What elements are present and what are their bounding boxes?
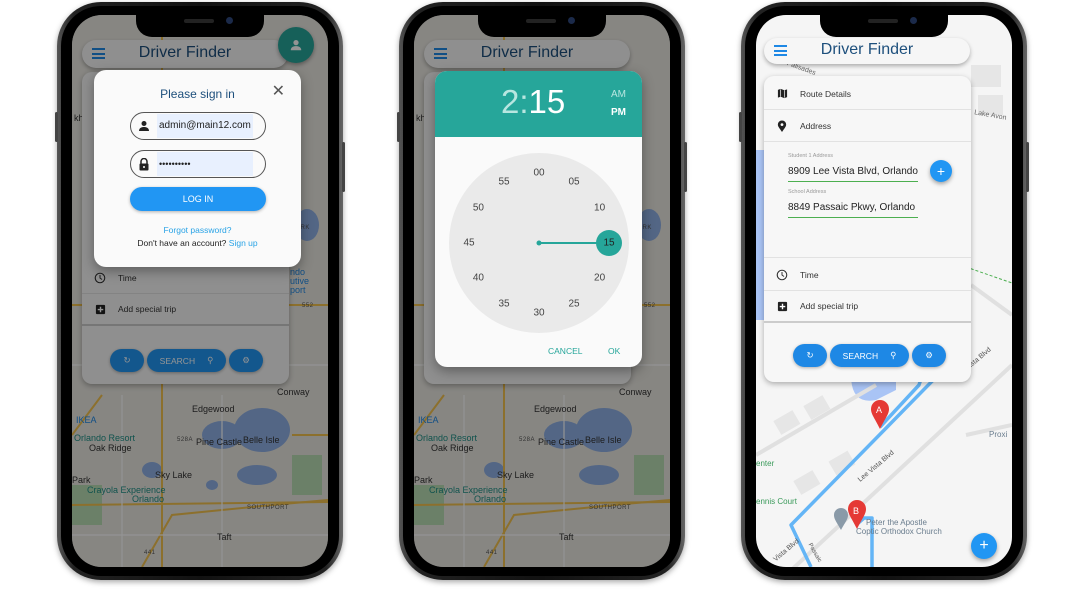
clock-number-50[interactable]: 50 xyxy=(473,203,484,214)
address-label: Address xyxy=(800,120,832,131)
login-button[interactable]: LOG IN xyxy=(130,187,266,211)
address-row[interactable]: Address xyxy=(764,110,971,142)
screen: A B Palisades Lake Avon Lee Vista Blvd L… xyxy=(756,15,1012,567)
marker-b-label[interactable]: B xyxy=(853,506,859,516)
clock-number-15[interactable]: 15 xyxy=(603,238,614,249)
location-pin-icon xyxy=(764,119,800,132)
side-button xyxy=(342,142,345,192)
search-button[interactable]: SEARCH ⚲ xyxy=(830,344,909,367)
minute-value[interactable]: 15 xyxy=(529,83,566,120)
signin-title: Please sign in xyxy=(160,87,235,101)
hour-value[interactable]: 2 xyxy=(501,83,519,120)
forgot-password-link[interactable]: Forgot password? xyxy=(94,225,301,235)
notch xyxy=(820,15,948,37)
clock-number-45[interactable]: 45 xyxy=(463,238,474,249)
screen: kh IKEA Orlando Resort Oak Ridge Park Ed… xyxy=(414,15,670,567)
clock-number-20[interactable]: 20 xyxy=(594,273,605,284)
add-fab-button[interactable]: + xyxy=(971,533,997,559)
clock-number-05[interactable]: 05 xyxy=(568,177,579,188)
no-account-text: Don't have an account? xyxy=(137,238,227,248)
clock-face[interactable]: 00 05 10 15 20 25 30 35 40 45 50 55 xyxy=(449,153,629,333)
map-label: enter xyxy=(756,459,775,468)
app-title: Driver Finder xyxy=(820,41,914,58)
time-display: 2:15 xyxy=(501,85,565,118)
password-value[interactable]: •••••••••• xyxy=(157,152,253,176)
clock-number-25[interactable]: 25 xyxy=(568,298,579,309)
school-address-input[interactable]: 8849 Passaic Pkwy, Orlando xyxy=(788,202,918,218)
reset-button[interactable]: ↻ xyxy=(793,344,827,367)
add-special-trip-row[interactable]: Add special trip xyxy=(764,291,971,323)
signin-dialog: Please sign in ✕ admin@main12.com ••••••… xyxy=(94,70,301,267)
route-details-row[interactable]: Route Details xyxy=(764,78,971,110)
clock-number-40[interactable]: 40 xyxy=(473,273,484,284)
refresh-icon: ↻ xyxy=(806,350,814,360)
add-special-trip-label: Add special trip xyxy=(800,301,859,311)
pm-toggle[interactable]: PM xyxy=(611,107,626,118)
signup-link[interactable]: Sign up xyxy=(229,238,258,248)
search-icon: ⚲ xyxy=(890,350,897,360)
student-address-label: Student 1 Address xyxy=(788,153,833,159)
gear-icon: ⚙ xyxy=(925,350,933,360)
lock-icon xyxy=(131,157,157,171)
clock-icon xyxy=(764,269,800,281)
phone-route-details: A B Palisades Lake Avon Lee Vista Blvd L… xyxy=(739,2,1029,580)
map-label: ennis Court xyxy=(756,497,797,506)
time-picker-dialog: 2:15 AM PM 00 05 10 15 20 25 30 35 40 45 50 55 CANC… xyxy=(435,71,642,367)
side-button xyxy=(684,142,687,192)
clock-number-00[interactable]: 00 xyxy=(533,168,544,179)
side-button xyxy=(1026,142,1029,192)
clock-number-35[interactable]: 35 xyxy=(498,298,509,309)
map-label: Coptic Orthodox Church xyxy=(856,527,942,536)
clock-number-30[interactable]: 30 xyxy=(533,308,544,319)
app-header: Driver Finder xyxy=(764,38,970,64)
person-icon xyxy=(131,120,157,132)
time-row[interactable]: Time xyxy=(764,259,971,291)
signup-prompt: Don't have an account? Sign up xyxy=(94,238,301,248)
ok-button[interactable]: OK xyxy=(608,346,620,356)
clock-hand[interactable] xyxy=(449,153,629,333)
route-details-label: Route Details xyxy=(800,88,852,99)
phone-signin: kh IKEA Orlando Resort Oak Ridge Park Ed… xyxy=(55,2,345,580)
time-picker-header: 2:15 AM PM xyxy=(435,71,642,137)
plus-icon: + xyxy=(979,537,989,554)
add-box-icon xyxy=(764,301,800,312)
clock-number-10[interactable]: 10 xyxy=(594,203,605,214)
cancel-button[interactable]: CANCEL xyxy=(548,346,582,356)
clock-center-dot xyxy=(536,240,542,246)
side-button xyxy=(55,112,58,142)
map-icon xyxy=(764,88,800,99)
close-icon[interactable]: ✕ xyxy=(272,84,285,100)
time-separator: : xyxy=(519,83,529,120)
marker-a-label[interactable]: A xyxy=(876,405,882,415)
route-panel: Route Details Address Student 1 Address … xyxy=(764,76,971,382)
am-toggle[interactable]: AM xyxy=(611,89,626,100)
phone-timepicker: kh IKEA Orlando Resort Oak Ridge Park Ed… xyxy=(397,2,687,580)
action-buttons: ↻ SEARCH ⚲ ⚙ xyxy=(793,344,946,367)
settings-button[interactable]: ⚙ xyxy=(912,344,946,367)
map-label: Peter the Apostle xyxy=(866,518,927,527)
password-field[interactable]: •••••••••• xyxy=(130,150,266,178)
time-label: Time xyxy=(800,269,819,280)
add-student-button[interactable]: + xyxy=(930,160,952,182)
notch xyxy=(136,15,264,37)
side-button xyxy=(397,112,400,142)
school-address-label: School Address xyxy=(788,189,827,195)
search-label: SEARCH xyxy=(842,350,879,361)
side-button xyxy=(739,112,742,142)
screen: kh IKEA Orlando Resort Oak Ridge Park Ed… xyxy=(72,15,328,567)
address-form: Student 1 Address 8909 Lee Vista Blvd, O… xyxy=(764,143,971,258)
map-label: Proxi xyxy=(989,430,1008,439)
email-field[interactable]: admin@main12.com xyxy=(130,112,266,140)
student-address-input[interactable]: 8909 Lee Vista Blvd, Orlando xyxy=(788,166,918,182)
notch xyxy=(478,15,606,37)
clock-number-55[interactable]: 55 xyxy=(498,177,509,188)
plus-icon: + xyxy=(936,163,946,179)
email-value[interactable]: admin@main12.com xyxy=(157,114,253,138)
